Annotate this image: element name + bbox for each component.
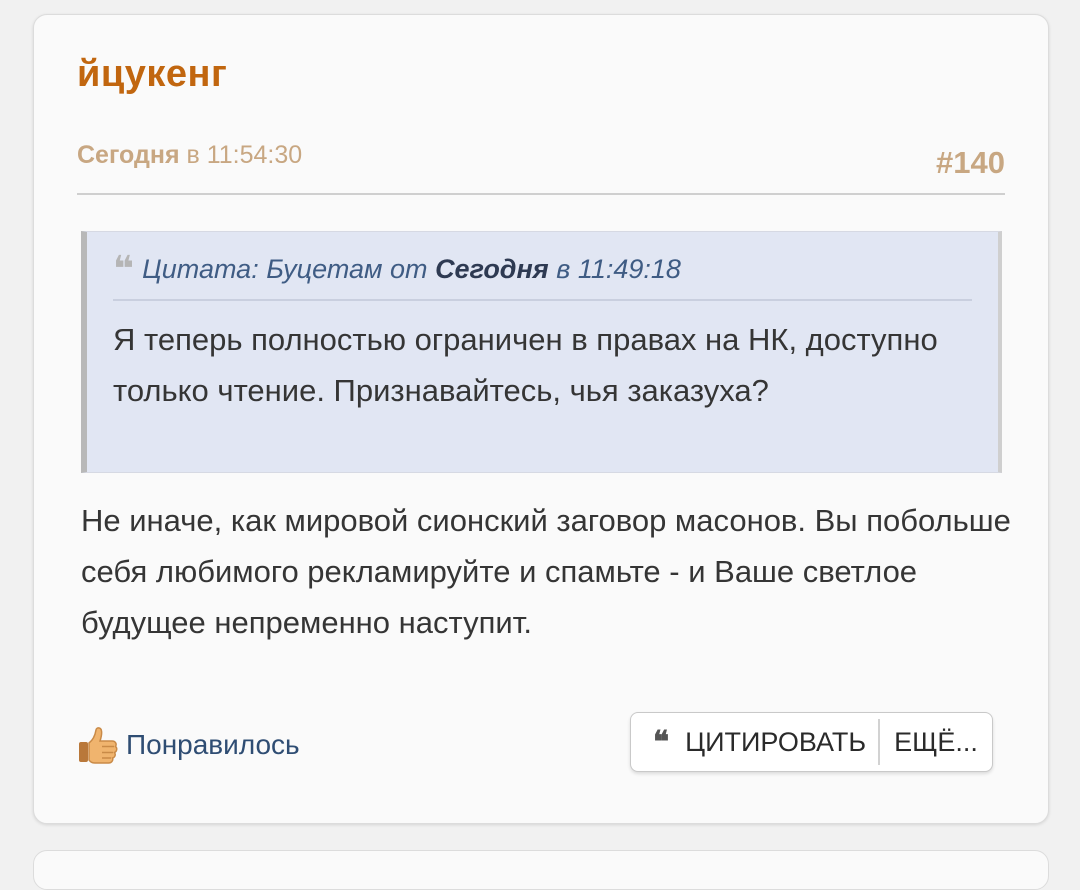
thumbs-up-icon [79,727,118,764]
meta-divider [77,193,1005,195]
post-date-time: в 11:54:30 [179,141,303,169]
more-button-label: ЕЩЁ... [894,726,978,757]
more-button[interactable]: ЕЩЁ... [880,713,992,771]
post-date[interactable]: Сегодня в 11:54:30 [77,141,302,170]
like-label: Понравилось [126,729,300,760]
quote-block: ❝ Цитата: Буцетам от Сегодня в 11:49:18 Я… [81,231,1002,473]
post-author[interactable]: йцукенг [77,53,227,96]
post-actions: ❝ ЦИТИРОВАТЬ ЕЩЁ... [630,712,993,772]
quote-button[interactable]: ❝ ЦИТИРОВАТЬ [631,713,878,771]
quote-mark-icon: ❝ [113,248,135,289]
quote-icon: ❝ [653,724,670,760]
quote-header[interactable]: ❝ Цитата: Буцетам от Сегодня в 11:49:18 [113,248,681,289]
post-number-link[interactable]: #140 [936,145,1005,181]
post-date-day: Сегодня [77,141,180,169]
quote-divider [113,299,972,301]
quote-source-prefix: Цитата: Буцетам от [142,254,436,284]
quote-source-time: в 11:49:18 [548,254,681,284]
quote-button-label: ЦИТИРОВАТЬ [685,726,867,757]
quote-source-day: Сегодня [435,254,549,284]
like-button[interactable]: Понравилось [76,723,300,767]
next-post-card [33,850,1049,890]
post-body: Не иначе, как мировой сионский заговор м… [81,503,1011,640]
quote-text: Я теперь полностью ограничен в правах на… [113,322,938,408]
forum-post: йцукенг Сегодня в 11:54:30 #140 ❝ Цитата:… [33,14,1049,824]
